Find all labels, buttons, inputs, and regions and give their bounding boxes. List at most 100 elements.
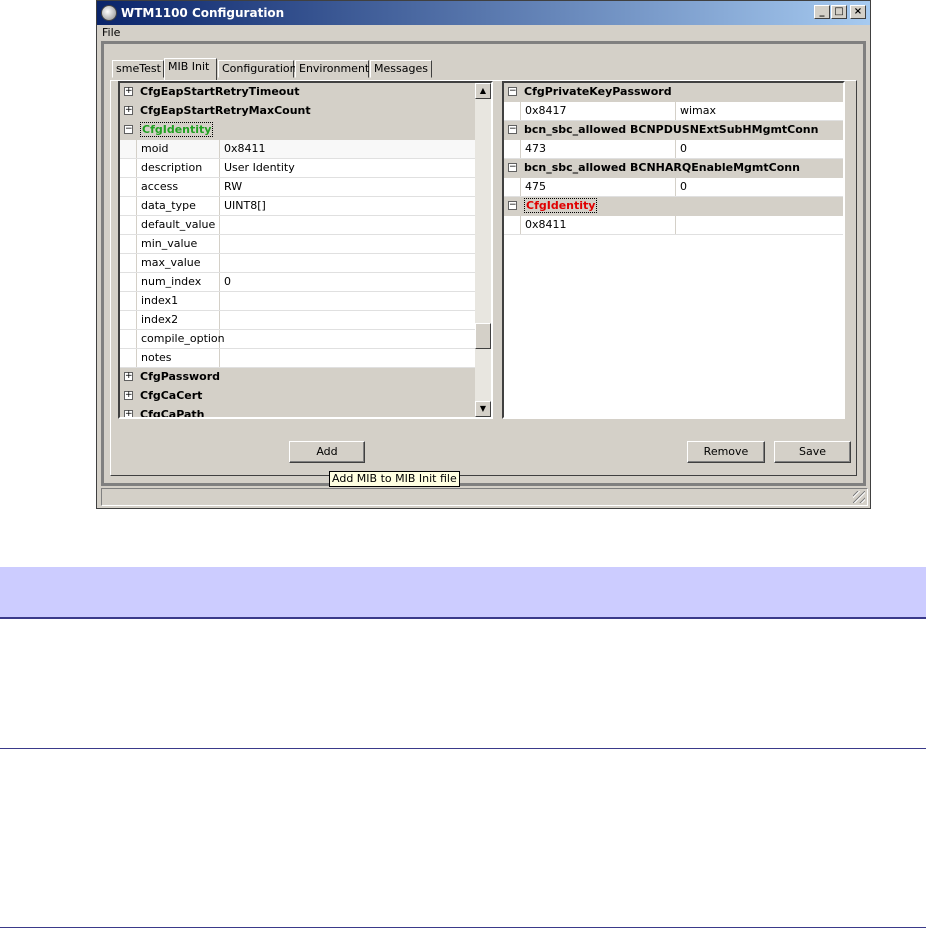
group-name: CfgCaCert	[140, 389, 203, 402]
group-name: CfgIdentity	[524, 198, 598, 213]
expand-icon[interactable]: +	[124, 106, 133, 115]
property-row[interactable]: index2	[120, 311, 475, 330]
vertical-scrollbar[interactable]: ▲ ▼	[475, 83, 491, 417]
property-row[interactable]: num_index 0	[120, 273, 475, 292]
mib-list-panel[interactable]: + CfgEapStartRetryTimeout + CfgEapStartR…	[118, 81, 493, 419]
property-value[interactable]: User Identity	[220, 159, 295, 177]
init-value[interactable]: wimax	[680, 102, 716, 120]
property-key: default_value	[136, 216, 220, 234]
tree-group[interactable]: + CfgEapStartRetryMaxCount	[120, 102, 475, 121]
menu-file[interactable]: File	[102, 26, 120, 39]
collapse-icon[interactable]: −	[508, 87, 517, 96]
property-value[interactable]	[220, 311, 224, 329]
app-window: WTM1100 Configuration _ □ × File smeTest…	[96, 0, 871, 509]
property-row[interactable]: data_type UINT8[]	[120, 197, 475, 216]
group-name: CfgPassword	[140, 370, 221, 383]
init-row[interactable]: 473 0	[504, 140, 843, 159]
resize-grip-icon[interactable]	[853, 491, 865, 503]
property-row[interactable]: index1	[120, 292, 475, 311]
expand-icon[interactable]: +	[124, 372, 133, 381]
init-group[interactable]: − CfgPrivateKeyPassword	[504, 83, 843, 102]
app-icon	[101, 5, 117, 21]
expand-icon[interactable]: +	[124, 391, 133, 400]
tab-messages[interactable]: Messages	[370, 60, 432, 78]
tab-smetest[interactable]: smeTest	[112, 60, 164, 78]
add-button[interactable]: Add	[289, 441, 365, 463]
init-row[interactable]: 475 0	[504, 178, 843, 197]
tab-configuration[interactable]: Configuration	[218, 60, 297, 78]
property-row[interactable]: min_value	[120, 235, 475, 254]
init-key: 0x8411	[520, 216, 676, 234]
add-tooltip: Add MIB to MIB Init file	[329, 471, 460, 487]
init-group[interactable]: − bcn_sbc_allowed BCNHARQEnableMgmtConn	[504, 159, 843, 178]
property-value[interactable]	[220, 235, 224, 253]
collapse-icon[interactable]: −	[508, 125, 517, 134]
property-key: num_index	[136, 273, 220, 291]
property-value[interactable]	[220, 254, 224, 272]
mib-init-panel[interactable]: − CfgPrivateKeyPassword 0x8417 wimax − b…	[502, 81, 845, 419]
scroll-up-icon[interactable]: ▲	[475, 83, 491, 99]
tree-group[interactable]: + CfgPassword	[120, 368, 475, 387]
group-name: CfgIdentity	[140, 122, 214, 137]
save-button[interactable]: Save	[774, 441, 851, 463]
property-row[interactable]: compile_option	[120, 330, 475, 349]
property-key: index1	[136, 292, 220, 310]
init-value[interactable]: 0	[680, 140, 687, 158]
group-name: CfgEapStartRetryTimeout	[140, 85, 300, 98]
property-key: index2	[136, 311, 220, 329]
property-value[interactable]: UINT8[]	[220, 197, 266, 215]
property-value[interactable]	[220, 216, 224, 234]
scroll-down-icon[interactable]: ▼	[475, 401, 491, 417]
property-row[interactable]: default_value	[120, 216, 475, 235]
tab-environment[interactable]: Environment	[295, 60, 369, 78]
collapse-icon[interactable]: −	[508, 163, 517, 172]
property-key: compile_option	[136, 330, 225, 348]
property-row[interactable]: notes	[120, 349, 475, 368]
maximize-button[interactable]: □	[831, 5, 847, 19]
content-frame: smeTest MIB Init Configuration Environme…	[101, 41, 866, 486]
divider	[0, 748, 926, 749]
property-key: description	[136, 159, 220, 177]
property-row[interactable]: moid 0x8411	[120, 140, 475, 159]
remove-button[interactable]: Remove	[687, 441, 765, 463]
group-name: bcn_sbc_allowed BCNHARQEnableMgmtConn	[524, 161, 800, 174]
property-key: access	[136, 178, 220, 196]
title-bar[interactable]: WTM1100 Configuration _ □ ×	[97, 1, 870, 25]
property-value[interactable]: RW	[220, 178, 242, 196]
close-button[interactable]: ×	[850, 5, 866, 19]
property-value[interactable]	[220, 292, 224, 310]
tree-group[interactable]: + CfgCaCert	[120, 387, 475, 406]
property-key: min_value	[136, 235, 220, 253]
init-row[interactable]: 0x8411	[504, 216, 843, 235]
tree-group-selected[interactable]: − CfgIdentity	[120, 121, 475, 140]
init-value[interactable]: 0	[680, 178, 687, 196]
expand-icon[interactable]: +	[124, 87, 133, 96]
property-row[interactable]: access RW	[120, 178, 475, 197]
tree-group[interactable]: + CfgEapStartRetryTimeout	[120, 83, 475, 102]
init-group[interactable]: − bcn_sbc_allowed BCNPDUSNExtSubHMgmtCon…	[504, 121, 843, 140]
property-row[interactable]: max_value	[120, 254, 475, 273]
collapse-icon[interactable]: −	[508, 201, 517, 210]
window-title: WTM1100 Configuration	[121, 6, 285, 20]
property-value[interactable]: 0	[220, 273, 231, 291]
property-key: notes	[136, 349, 220, 367]
collapse-icon[interactable]: −	[124, 125, 133, 134]
tab-mib-init[interactable]: MIB Init	[164, 58, 217, 80]
property-row[interactable]: description User Identity	[120, 159, 475, 178]
property-value[interactable]: 0x8411	[220, 140, 266, 158]
property-key: moid	[136, 140, 220, 158]
menu-bar: File	[97, 25, 870, 41]
property-value[interactable]	[220, 330, 224, 348]
scroll-thumb[interactable]	[475, 323, 491, 349]
group-name: CfgPrivateKeyPassword	[524, 85, 672, 98]
header-band	[0, 567, 926, 619]
property-key: max_value	[136, 254, 220, 272]
tree-group[interactable]: + CfgCaPath	[120, 406, 475, 417]
group-name: CfgEapStartRetryMaxCount	[140, 104, 311, 117]
minimize-button[interactable]: _	[814, 5, 830, 19]
init-row[interactable]: 0x8417 wimax	[504, 102, 843, 121]
expand-icon[interactable]: +	[124, 410, 133, 417]
property-value[interactable]	[220, 349, 224, 367]
init-group-selected[interactable]: − CfgIdentity	[504, 197, 843, 216]
init-key: 475	[520, 178, 676, 196]
